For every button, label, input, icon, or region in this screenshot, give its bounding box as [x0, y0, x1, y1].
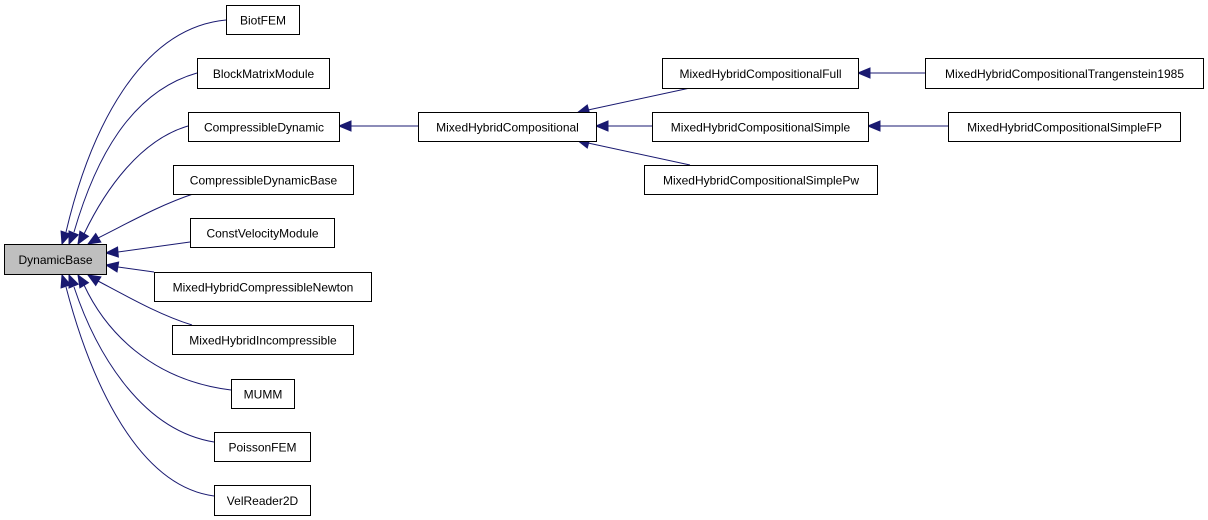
- arrowhead-icon: [77, 230, 90, 246]
- node-label: MixedHybridCompressibleNewton: [173, 281, 354, 295]
- class-node-mixed-hybrid-incompressible[interactable]: MixedHybridIncompressible: [172, 325, 354, 355]
- edges-layer: [60, 19, 948, 497]
- edge-mixed-hybrid-compositional-trangenstein1985-to-mixed-hybrid-compositional-full: [856, 67, 925, 79]
- node-label: MixedHybridCompositionalTrangenstein1985: [945, 67, 1184, 81]
- class-node-mixed-hybrid-compositional-simple-pw[interactable]: MixedHybridCompositionalSimplePw: [644, 165, 878, 195]
- arrowhead-icon: [337, 120, 352, 132]
- node-label: VelReader2D: [227, 494, 299, 508]
- arrowhead-icon: [68, 230, 80, 246]
- edge-mixed-hybrid-compositional-full-to-mixed-hybrid-compositional: [575, 87, 691, 116]
- class-node-biot-fem[interactable]: BiotFEM: [226, 5, 300, 35]
- class-node-compressible-dynamic[interactable]: CompressibleDynamic: [188, 112, 340, 142]
- edge-mixed-hybrid-compositional-simple-to-mixed-hybrid-compositional: [594, 120, 652, 132]
- node-label: MixedHybridCompositionalSimplePw: [663, 174, 859, 188]
- class-node-mixed-hybrid-compositional-full[interactable]: MixedHybridCompositionalFull: [662, 58, 859, 89]
- class-node-mixed-hybrid-compositional-trangenstein1985[interactable]: MixedHybridCompositionalTrangenstein1985: [925, 58, 1204, 89]
- node-label: DynamicBase: [18, 253, 92, 267]
- edge-mixed-hybrid-compositional-simple-pw-to-mixed-hybrid-compositional: [575, 137, 691, 166]
- node-label: PoissonFEM: [228, 441, 296, 455]
- arrowhead-icon: [86, 274, 102, 287]
- class-node-mixed-hybrid-compositional-simple-fp[interactable]: MixedHybridCompositionalSimpleFP: [948, 112, 1181, 142]
- node-label: ConstVelocityModule: [206, 227, 318, 241]
- edge-line: [65, 286, 215, 497]
- arrowhead-icon: [104, 246, 119, 258]
- arrowhead-icon: [68, 273, 80, 289]
- node-label: MixedHybridCompositionalSimpleFP: [967, 121, 1162, 135]
- node-label: BlockMatrixModule: [213, 67, 315, 81]
- class-node-compressible-dynamic-base[interactable]: CompressibleDynamicBase: [173, 165, 354, 195]
- edge-line: [73, 72, 198, 233]
- class-node-mumm[interactable]: MUMM: [231, 379, 295, 409]
- edge-line: [83, 125, 189, 235]
- node-label: MixedHybridCompositionalSimple: [671, 121, 851, 135]
- class-node-vel-reader2-d[interactable]: VelReader2D: [214, 485, 311, 516]
- class-node-mixed-hybrid-compositional-simple[interactable]: MixedHybridCompositionalSimple: [652, 112, 869, 142]
- edge-vel-reader2-d-to-dynamic-base: [60, 273, 215, 497]
- edge-const-velocity-module-to-dynamic-base: [104, 241, 191, 258]
- edge-compressible-dynamic-base-to-dynamic-base: [86, 193, 194, 245]
- edge-line: [587, 87, 691, 111]
- class-node-dynamic-base: DynamicBase: [4, 244, 107, 275]
- inheritance-diagram: DynamicBase BiotFEM BlockMatrixModule Compr…: [4, 5, 1204, 516]
- edge-line: [117, 241, 191, 253]
- node-label: MixedHybridCompositional: [436, 121, 579, 135]
- nodes-layer: DynamicBase BiotFEM BlockMatrixModule Compr…: [4, 5, 1204, 516]
- arrowhead-icon: [77, 273, 90, 289]
- node-label: CompressibleDynamicBase: [190, 174, 338, 188]
- class-node-const-velocity-module[interactable]: ConstVelocityModule: [190, 218, 335, 248]
- node-label: MUMM: [244, 388, 283, 402]
- edge-line: [97, 193, 194, 239]
- class-node-mixed-hybrid-compositional[interactable]: MixedHybridCompositional: [418, 112, 597, 142]
- edge-line: [73, 286, 215, 443]
- node-label: BiotFEM: [240, 14, 286, 28]
- arrowhead-icon: [86, 232, 102, 245]
- node-label: CompressibleDynamic: [204, 121, 324, 135]
- edge-line: [117, 266, 155, 273]
- edge-line: [587, 142, 691, 166]
- arrowhead-icon: [866, 120, 881, 132]
- arrowhead-icon: [856, 67, 871, 79]
- edge-mixed-hybrid-compositional-simple-fp-to-mixed-hybrid-compositional-simple: [866, 120, 948, 132]
- class-node-block-matrix-module[interactable]: BlockMatrixModule: [197, 58, 330, 89]
- arrowhead-icon: [594, 120, 609, 132]
- class-node-mixed-hybrid-compressible-newton[interactable]: MixedHybridCompressibleNewton: [154, 272, 372, 302]
- class-node-poisson-fem[interactable]: PoissonFEM: [214, 432, 311, 462]
- edge-mixed-hybrid-compressible-newton-to-dynamic-base: [104, 261, 155, 273]
- edge-mixed-hybrid-compositional-to-compressible-dynamic: [337, 120, 418, 132]
- arrowhead-icon: [104, 261, 120, 273]
- node-label: MixedHybridIncompressible: [189, 334, 337, 348]
- node-label: MixedHybridCompositionalFull: [679, 67, 841, 81]
